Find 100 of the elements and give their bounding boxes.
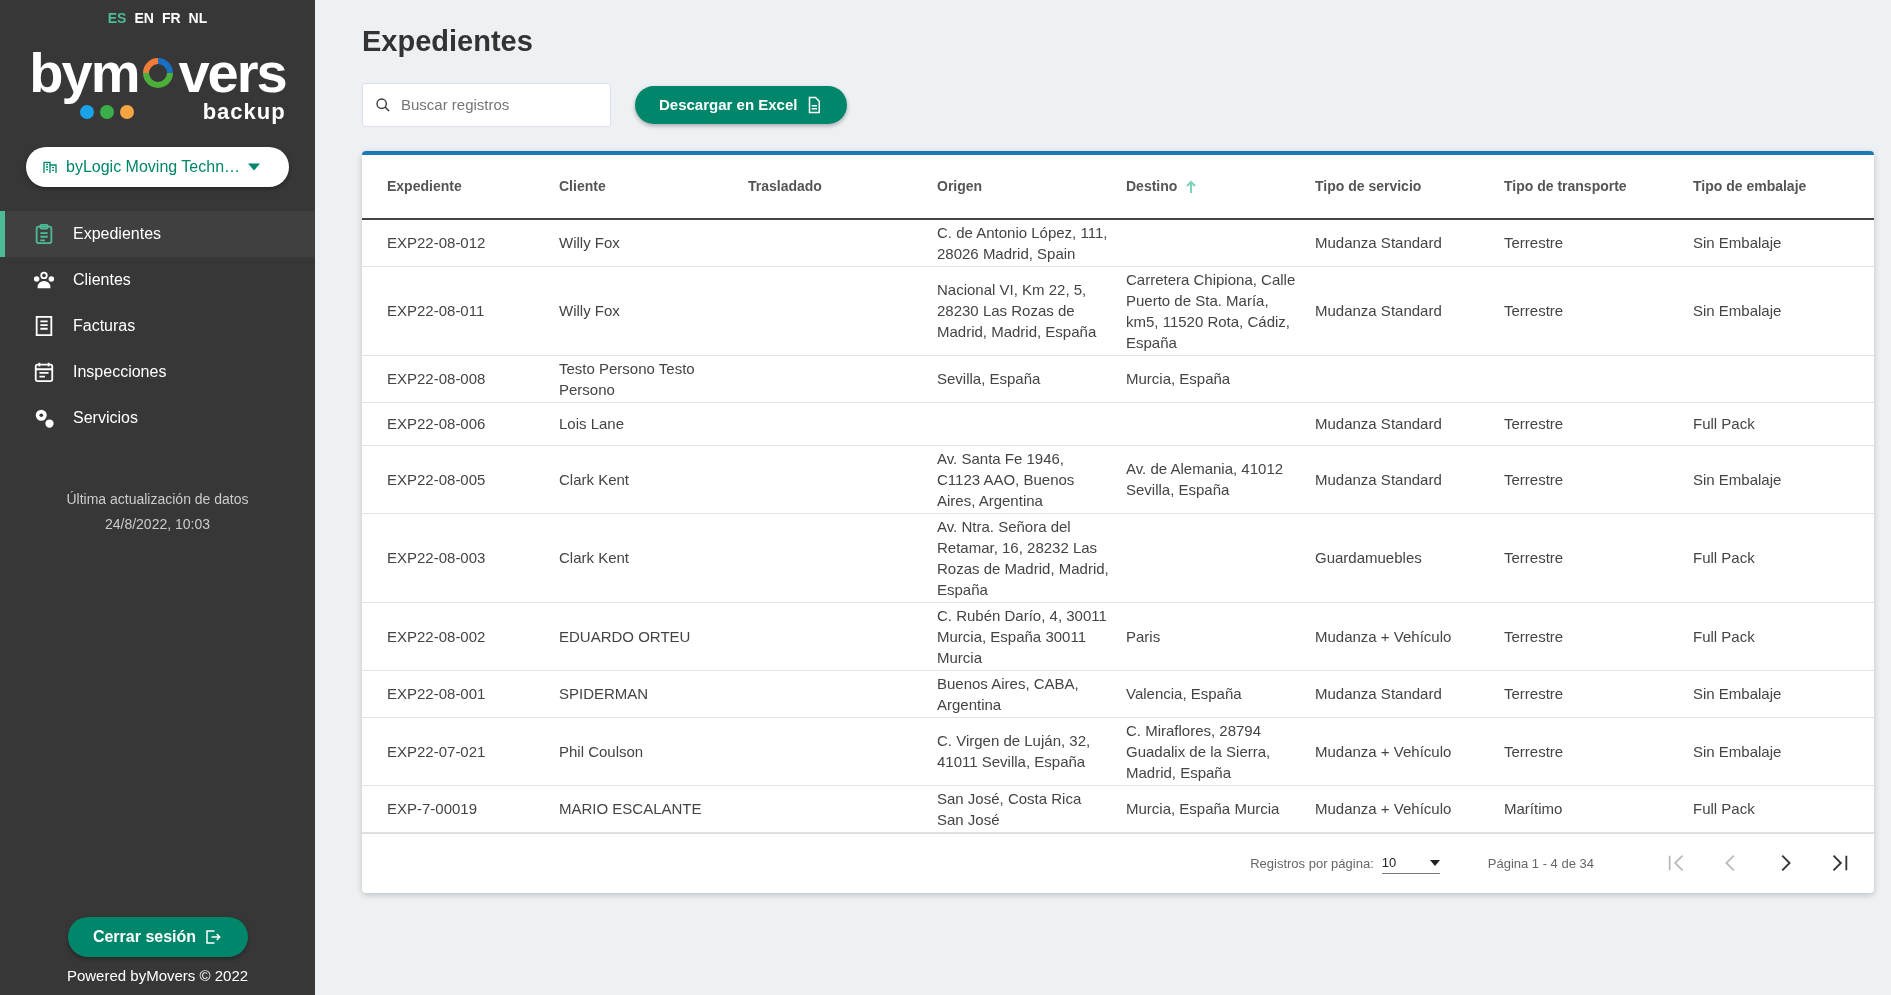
column-header[interactable]: Tipo de servicio bbox=[1307, 154, 1496, 219]
search-field[interactable]: Buscar registros bbox=[362, 82, 611, 127]
sidebar-item[interactable]: Expedientes bbox=[0, 211, 315, 257]
table-cell: Terrestre bbox=[1504, 627, 1564, 645]
table-cell: EXP22-08-002 bbox=[387, 627, 486, 645]
column-header[interactable]: Expediente bbox=[362, 154, 551, 219]
table-cell: Mudanza + Vehículo bbox=[1315, 627, 1452, 645]
table-cell: EXP22-07-021 bbox=[387, 742, 486, 760]
footer-text: Powered byMovers © 2022 bbox=[66, 965, 249, 986]
table-cell: EXP22-08-001 bbox=[387, 685, 486, 703]
table-cell: MARIO ESCALANTE bbox=[559, 800, 702, 818]
table-cell: Full Pack bbox=[1693, 800, 1755, 818]
column-header[interactable]: Origen bbox=[929, 154, 1118, 219]
search-icon bbox=[375, 96, 391, 113]
table-cell: Full Pack bbox=[1693, 415, 1755, 433]
table-cell: Murcia, España Murcia bbox=[1126, 800, 1280, 818]
table-cell: Nacional VI, Km 22, 5, 28230 Las Rozas de Madrid, Madrid, España bbox=[937, 281, 1097, 341]
per-page-select[interactable]: 10 bbox=[1381, 853, 1440, 874]
table-cell: Carretera Chipiona, Calle Puerto de Sta. María, km5, 11520 Rota, Cádiz, España bbox=[1126, 270, 1296, 351]
column-header[interactable]: Tipo de embalaje bbox=[1685, 154, 1874, 219]
table-cell: Terrestre bbox=[1504, 234, 1564, 252]
table-cell: Willy Fox bbox=[559, 302, 620, 320]
table-cell: EXP22-08-005 bbox=[387, 470, 486, 488]
column-header[interactable]: Destino bbox=[1118, 154, 1307, 219]
table-cell: Mudanza Standard bbox=[1315, 415, 1442, 433]
sidebar-item[interactable]: Facturas bbox=[0, 303, 315, 349]
table-cell: Av. Santa Fe 1946, C1123 AAO, Buenos Aires, Argentina bbox=[937, 449, 1075, 509]
table-cell: Willy Fox bbox=[559, 234, 620, 252]
caret-down-icon bbox=[1429, 859, 1440, 866]
table-cell: C. de Antonio López, 111, 28026 Madrid, Spain bbox=[937, 223, 1108, 262]
table-cell: Testo Persono Testo Persono bbox=[559, 359, 695, 398]
table-cell: Mudanza Standard bbox=[1315, 470, 1442, 488]
table-cell: Mudanza + Vehículo bbox=[1315, 742, 1452, 760]
language-option[interactable]: NL bbox=[188, 8, 208, 29]
table-cell: Mudanza + Vehículo bbox=[1315, 800, 1452, 818]
column-header[interactable]: Trasladado bbox=[740, 154, 929, 219]
table-cell: Terrestre bbox=[1504, 685, 1564, 703]
logo-subtitle: backup bbox=[202, 101, 286, 123]
table-cell: Terrestre bbox=[1504, 302, 1564, 320]
table-cell: Full Pack bbox=[1693, 627, 1755, 645]
page-range: Página 1 - 4 de 34 bbox=[1487, 854, 1594, 873]
table-cell: Sin Embalaje bbox=[1693, 742, 1782, 760]
caret-down-icon bbox=[248, 163, 261, 171]
table-cell: Terrestre bbox=[1504, 549, 1564, 567]
logout-button[interactable]: Cerrar sesión bbox=[67, 916, 248, 957]
sidebar-item[interactable]: Servicios bbox=[0, 395, 315, 441]
update-label: Última actualización de datos bbox=[66, 490, 249, 509]
colored-dots-drawing bbox=[79, 104, 136, 120]
table-cell: Clark Kent bbox=[559, 549, 630, 567]
table-cell: EXP22-08-006 bbox=[387, 415, 486, 433]
table-cell: Av. de Alemania, 41012 Sevilla, España bbox=[1126, 460, 1284, 499]
table-cell: Terrestre bbox=[1504, 470, 1564, 488]
column-header[interactable]: Cliente bbox=[551, 154, 740, 219]
table-cell: EXP22-08-012 bbox=[387, 234, 486, 252]
logo-text: vers bbox=[178, 45, 286, 101]
page-title: Expedientes bbox=[362, 24, 534, 59]
table-cell: C. Rubén Darío, 4, 30011 Murcia, España 30011 Murcia bbox=[937, 606, 1107, 666]
table-cell: Valencia, España bbox=[1126, 685, 1242, 703]
table-cell: Lois Lane bbox=[559, 415, 625, 433]
language-option[interactable]: EN bbox=[134, 8, 154, 29]
company-selector[interactable]: byLogic Moving Techn… bbox=[26, 147, 289, 187]
table-cell: Murcia, España bbox=[1126, 370, 1231, 388]
table-cell: EXP22-08-008 bbox=[387, 370, 486, 388]
building-icon bbox=[42, 159, 58, 175]
table-cell: Sin Embalaje bbox=[1693, 302, 1782, 320]
table-cell: EXP-7-00019 bbox=[387, 800, 478, 818]
table-cell: Clark Kent bbox=[559, 470, 630, 488]
calendar-icon bbox=[33, 361, 55, 383]
table-cell: Sin Embalaje bbox=[1693, 470, 1782, 488]
table-cell: C. Miraflores, 28794 Guadalix de la Sierra, Madrid, España bbox=[1126, 721, 1271, 781]
table-cell: Sin Embalaje bbox=[1693, 685, 1782, 703]
table-cell: EXP22-08-011 bbox=[387, 302, 485, 320]
language-option[interactable]: FR bbox=[161, 8, 181, 29]
table-cell: Terrestre bbox=[1504, 415, 1564, 433]
sidebar-item[interactable]: Clientes bbox=[0, 257, 315, 303]
table-cell: Buenos Aires, CABA, Argentina bbox=[937, 674, 1079, 713]
per-page-label: Registros por página: bbox=[1250, 854, 1374, 873]
sidebar-item[interactable]: Inspecciones bbox=[0, 349, 315, 395]
table-cell: Guardamuebles bbox=[1315, 549, 1422, 567]
export-button[interactable]: Descargar en Excel bbox=[635, 85, 848, 124]
language-option[interactable]: ES bbox=[107, 8, 127, 29]
column-header[interactable]: Tipo de transporte bbox=[1496, 154, 1685, 219]
table-cell: Phil Coulson bbox=[559, 742, 644, 760]
clipboard-icon bbox=[33, 223, 55, 245]
table-cell: San José, Costa Rica San José bbox=[937, 789, 1082, 828]
table-cell: Mudanza Standard bbox=[1315, 302, 1442, 320]
table-cell: Marítimo bbox=[1504, 800, 1563, 818]
table-cell: C. Virgen de Luján, 32, 41011 Sevilla, España bbox=[937, 732, 1091, 771]
table-cell: Sevilla, España bbox=[937, 370, 1041, 388]
people-icon bbox=[33, 269, 55, 291]
table-cell: Full Pack bbox=[1693, 549, 1755, 567]
logout-icon bbox=[204, 927, 223, 946]
table-cell: Mudanza Standard bbox=[1315, 685, 1442, 703]
table-cell: Mudanza Standard bbox=[1315, 234, 1442, 252]
table-cell: Terrestre bbox=[1504, 742, 1564, 760]
receipt-icon bbox=[33, 315, 55, 337]
update-time: 24/8/2022, 10:03 bbox=[103, 515, 212, 534]
table-cell: SPIDERMAN bbox=[559, 685, 649, 703]
table-cell: Av. Ntra. Señora del Retamar, 16, 28232 Las Rozas de Madrid, Madrid, España bbox=[937, 517, 1109, 598]
table-cell: Sin Embalaje bbox=[1693, 234, 1782, 252]
